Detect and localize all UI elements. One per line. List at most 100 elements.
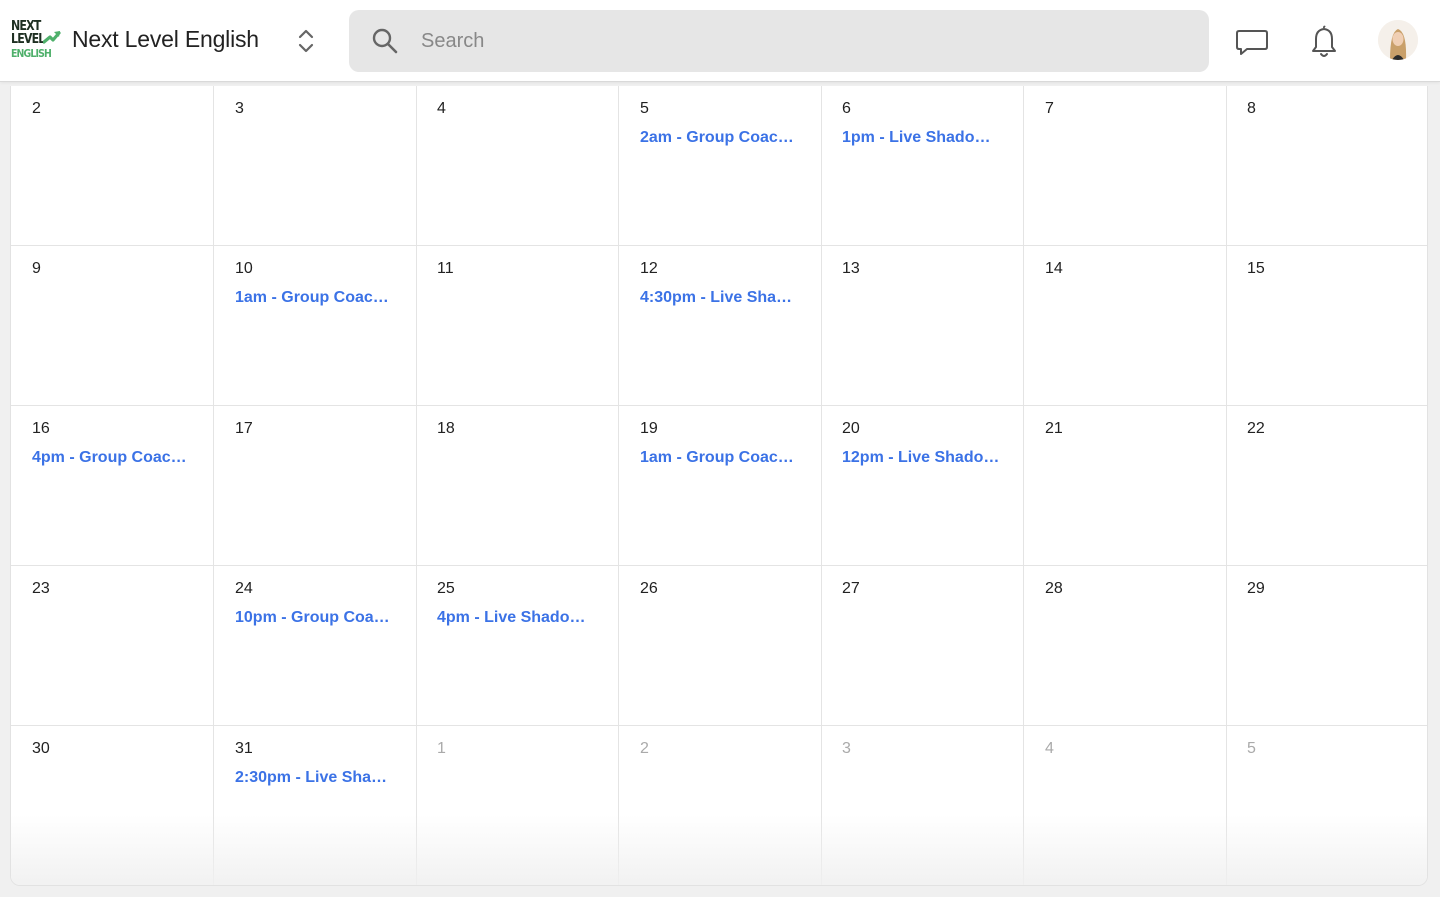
day-cell-next-month[interactable]: 1 — [416, 726, 619, 885]
day-number: 1 — [437, 740, 446, 757]
search-bar[interactable] — [349, 10, 1209, 72]
notifications-button[interactable] — [1304, 22, 1344, 62]
day-number: 10 — [235, 260, 253, 277]
day-cell[interactable]: 23 — [11, 566, 214, 725]
calendar-event-link[interactable]: 1am - Group Coac… — [235, 289, 393, 307]
day-cell[interactable]: 19 1am - Group Coac… — [619, 406, 822, 565]
top-bar: NEXT LEVEL ENGLISH Next Level English — [0, 0, 1440, 82]
day-cell[interactable]: 12 4:30pm - Live Sha… — [619, 246, 822, 405]
day-cell-next-month[interactable]: 5 — [1226, 726, 1427, 885]
messages-button[interactable] — [1232, 22, 1272, 62]
day-number: 18 — [437, 420, 455, 437]
day-number: 28 — [1045, 580, 1063, 597]
day-cell[interactable]: 7 — [1024, 86, 1227, 245]
day-cell-next-month[interactable]: 3 — [821, 726, 1024, 885]
bell-icon — [1312, 25, 1336, 57]
chat-bubble-icon — [1236, 30, 1268, 55]
calendar-event-link[interactable]: 1pm - Live Shadow… — [842, 129, 1000, 147]
user-avatar[interactable] — [1378, 20, 1418, 60]
day-number: 5 — [640, 100, 649, 117]
day-cell[interactable]: 5 2am - Group Coac… — [619, 86, 822, 245]
day-cell[interactable]: 28 — [1024, 566, 1227, 725]
calendar-event-link[interactable]: 4:30pm - Live Sha… — [640, 289, 798, 307]
day-number: 21 — [1045, 420, 1063, 437]
day-cell[interactable]: 18 — [416, 406, 619, 565]
day-number: 8 — [1247, 100, 1256, 117]
day-number: 25 — [437, 580, 455, 597]
day-cell[interactable]: 16 4pm - Group Coac… — [11, 406, 214, 565]
day-cell[interactable]: 26 — [619, 566, 822, 725]
day-number: 17 — [235, 420, 253, 437]
day-number: 29 — [1247, 580, 1265, 597]
calendar-event-link[interactable]: 1am - Group Coac… — [640, 449, 798, 467]
calendar-week-row: 30 31 2:30pm - Live Sha… 1 2 3 4 5 — [11, 726, 1427, 885]
day-cell[interactable]: 11 — [416, 246, 619, 405]
day-cell[interactable]: 29 — [1226, 566, 1427, 725]
day-number: 24 — [235, 580, 253, 597]
day-number: 3 — [235, 100, 244, 117]
logo-arrow-icon — [43, 31, 61, 44]
day-number: 14 — [1045, 260, 1063, 277]
day-number: 16 — [32, 420, 50, 437]
day-cell[interactable]: 20 12pm - Live Shado… — [821, 406, 1024, 565]
avatar-image — [1378, 20, 1418, 60]
day-cell[interactable]: 21 — [1024, 406, 1227, 565]
day-number: 12 — [640, 260, 658, 277]
day-number: 30 — [32, 740, 50, 757]
day-cell[interactable]: 13 — [821, 246, 1024, 405]
day-cell[interactable]: 9 — [11, 246, 214, 405]
day-number: 7 — [1045, 100, 1054, 117]
day-cell[interactable]: 30 — [11, 726, 214, 885]
day-number: 2 — [640, 740, 649, 757]
calendar-event-link[interactable]: 2am - Group Coac… — [640, 129, 798, 147]
day-number: 5 — [1247, 740, 1256, 757]
day-number: 4 — [437, 100, 446, 117]
day-cell[interactable]: 10 1am - Group Coac… — [214, 246, 417, 405]
day-cell[interactable]: 24 10pm - Group Coa… — [214, 566, 417, 725]
day-number: 31 — [235, 740, 253, 757]
day-cell[interactable]: 27 — [821, 566, 1024, 725]
search-input[interactable] — [421, 10, 1181, 72]
calendar-week-row: 23 24 10pm - Group Coa… 25 4pm - Live Shad… — [11, 566, 1427, 726]
day-cell[interactable]: 6 1pm - Live Shadow… — [821, 86, 1024, 245]
logo-text-line-2: LEVEL — [11, 32, 45, 47]
calendar-event-link[interactable]: 12pm - Live Shado… — [842, 449, 1000, 467]
day-cell[interactable]: 17 — [214, 406, 417, 565]
day-number: 27 — [842, 580, 860, 597]
calendar-event-link[interactable]: 2:30pm - Live Sha… — [235, 769, 393, 787]
day-cell[interactable]: 31 2:30pm - Live Sha… — [214, 726, 417, 885]
day-cell[interactable]: 8 — [1226, 86, 1427, 245]
calendar-month-grid: 2 3 4 5 2am - Group Coac… 6 1pm - Live Sha… — [10, 86, 1428, 886]
day-cell[interactable]: 4 — [416, 86, 619, 245]
logo-text-line-3: ENGLISH — [11, 47, 52, 60]
day-number: 22 — [1247, 420, 1265, 437]
calendar-event-link[interactable]: 4pm - Live Shadow… — [437, 609, 595, 627]
calendar-event-link[interactable]: 4pm - Group Coac… — [32, 449, 190, 467]
day-number: 3 — [842, 740, 851, 757]
community-switcher-button[interactable] — [294, 26, 318, 56]
community-name[interactable]: Next Level English — [72, 26, 259, 53]
community-logo[interactable]: NEXT LEVEL ENGLISH — [11, 20, 61, 61]
day-cell[interactable]: 14 — [1024, 246, 1227, 405]
calendar-week-row: 2 3 4 5 2am - Group Coac… 6 1pm - Live Sha… — [11, 86, 1427, 246]
day-cell[interactable]: 2 — [11, 86, 214, 245]
day-number: 20 — [842, 420, 860, 437]
day-number: 2 — [32, 100, 41, 117]
day-cell-next-month[interactable]: 4 — [1024, 726, 1227, 885]
calendar-week-row: 9 10 1am - Group Coac… 11 12 4:30pm - Live… — [11, 246, 1427, 406]
calendar-event-link[interactable]: 10pm - Group Coa… — [235, 609, 393, 627]
day-cell[interactable]: 15 — [1226, 246, 1427, 405]
day-number: 15 — [1247, 260, 1265, 277]
day-number: 6 — [842, 100, 851, 117]
day-number: 9 — [32, 260, 41, 277]
day-number: 13 — [842, 260, 860, 277]
day-cell[interactable]: 25 4pm - Live Shadow… — [416, 566, 619, 725]
day-cell[interactable]: 3 — [214, 86, 417, 245]
day-number: 19 — [640, 420, 658, 437]
search-icon — [372, 28, 398, 54]
day-cell-next-month[interactable]: 2 — [619, 726, 822, 885]
day-number: 4 — [1045, 740, 1054, 757]
calendar-week-row: 16 4pm - Group Coac… 17 18 19 1am - Group … — [11, 406, 1427, 566]
day-number: 26 — [640, 580, 658, 597]
day-cell[interactable]: 22 — [1226, 406, 1427, 565]
